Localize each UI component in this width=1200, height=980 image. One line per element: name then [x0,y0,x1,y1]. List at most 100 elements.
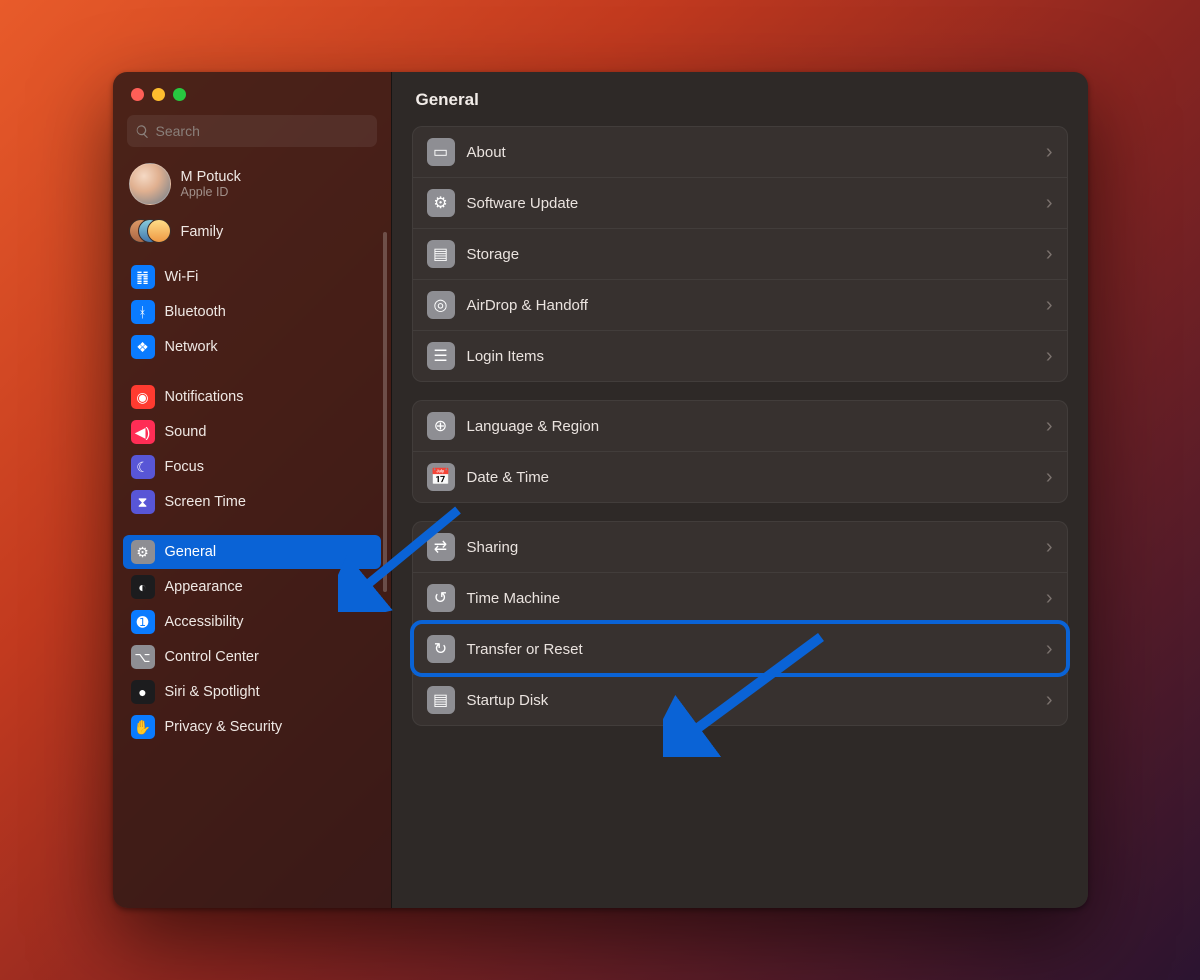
sidebar-item-screen-time[interactable]: ⧗ Screen Time [123,485,381,519]
startupdisk-icon: ▤ [427,686,455,714]
sidebar-item-appearance[interactable]: ◐ Appearance [123,570,381,604]
wifi-icon: ䷇ [131,265,155,289]
airdrop-icon: ◎ [427,291,455,319]
row-label: Language & Region [467,418,1046,435]
sidebar-item-label: Network [165,339,218,355]
row-label: Login Items [467,348,1046,365]
content-pane: General ▭About⚙Software Update▤Storage◎A… [391,72,1088,908]
loginitems-icon: ☰ [427,342,455,370]
row-time-machine[interactable]: ↺ Time Machine [413,572,1067,623]
sidebar-item-sound[interactable]: ◀)Sound [123,415,381,449]
row-about[interactable]: ▭ About [413,127,1067,177]
account-subtitle: Apple ID [181,185,241,199]
apple-id-row[interactable]: M Potuck Apple ID [113,159,391,213]
datetime-icon: 📅 [427,463,455,491]
chevron-right-icon [1046,587,1053,610]
row-label: Date & Time [467,469,1046,486]
settings-window: Search M Potuck Apple ID Family ䷇ Wi-Fi ᚼB… [113,72,1088,908]
row-transfer-or-reset[interactable]: ↻ Transfer or Reset [413,623,1067,674]
zoom-button[interactable] [173,88,186,101]
sharing-icon: ⇄ [427,533,455,561]
appearance-icon: ◐ [131,575,155,599]
sidebar-item-label: Screen Time [165,494,246,510]
siri-icon: ● [131,680,155,704]
close-button[interactable] [131,88,144,101]
row-label: Storage [467,246,1046,263]
row-software-update[interactable]: ⚙ Software Update [413,177,1067,228]
sidebar-item-network[interactable]: ❖Network [123,330,381,364]
chevron-right-icon [1046,192,1053,215]
row-label: About [467,144,1046,161]
minimize-button[interactable] [152,88,165,101]
sidebar-item-privacy-security[interactable]: ✋ Privacy & Security [123,710,381,744]
sidebar-item-siri-spotlight[interactable]: ● Siri & Spotlight [123,675,381,709]
sidebar-item-label: Appearance [165,579,243,595]
row-date-time[interactable]: 📅 Date & Time [413,451,1067,502]
timemachine-icon: ↺ [427,584,455,612]
settings-group-2: ⇄ Sharing ↺ Time Machine ↻ Transfer or Reset ▤… [412,521,1068,726]
row-label: Time Machine [467,590,1046,607]
sidebar-item-label: Sound [165,424,207,440]
scrollbar[interactable] [383,232,387,592]
chevron-right-icon [1046,141,1053,164]
sidebar-item-focus[interactable]: ☾ Focus [123,450,381,484]
row-startup-disk[interactable]: ▤ Startup Disk [413,674,1067,725]
sidebar-item-label: General [165,544,217,560]
row-sharing[interactable]: ⇄ Sharing [413,522,1067,572]
sidebar: Search M Potuck Apple ID Family ䷇ Wi-Fi ᚼB… [113,72,391,908]
sidebar-item-notifications[interactable]: ◉ Notifications [123,380,381,414]
general-icon: ⚙ [131,540,155,564]
notifications-icon: ◉ [131,385,155,409]
chevron-right-icon [1046,689,1053,712]
sidebar-item-accessibility[interactable]: ➊Accessibility [123,605,381,639]
row-airdrop-handoff[interactable]: ◎ AirDrop & Handoff [413,279,1067,330]
privacy-icon: ✋ [131,715,155,739]
chevron-right-icon [1046,294,1053,317]
row-label: Software Update [467,195,1046,212]
softwareupdate-icon: ⚙ [427,189,455,217]
row-label: Startup Disk [467,692,1046,709]
controlcenter-icon: ⌥ [131,645,155,669]
sidebar-item-label: Bluetooth [165,304,226,320]
avatar [129,163,171,205]
family-row[interactable]: Family [113,213,391,259]
sidebar-item-control-center[interactable]: ⌥Control Center [123,640,381,674]
settings-group-0: ▭ About ⚙ Software Update ▤Storage ◎ AirDrop &… [412,126,1068,382]
chevron-right-icon [1046,466,1053,489]
sidebar-item-label: Siri & Spotlight [165,684,260,700]
family-avatars [129,219,171,245]
bluetooth-icon: ᚼ [131,300,155,324]
settings-group-1: ⊕ Language & Region 📅 Date & Time [412,400,1068,503]
row-language-region[interactable]: ⊕ Language & Region [413,401,1067,451]
row-label: AirDrop & Handoff [467,297,1046,314]
chevron-right-icon [1046,243,1053,266]
search-icon [135,124,150,139]
screentime-icon: ⧗ [131,490,155,514]
row-label: Transfer or Reset [467,641,1046,658]
focus-icon: ☾ [131,455,155,479]
transferreset-icon: ↻ [427,635,455,663]
row-storage[interactable]: ▤Storage [413,228,1067,279]
content-body: ▭About⚙Software Update▤Storage◎AirDrop &… [392,122,1088,908]
chevron-right-icon [1046,638,1053,661]
about-icon: ▭ [427,138,455,166]
sidebar-list: ䷇ Wi-Fi ᚼ Bluetooth ❖Network ◉ Notifications ◀)… [113,259,391,900]
chevron-right-icon [1046,345,1053,368]
language-icon: ⊕ [427,412,455,440]
window-controls [113,84,391,115]
account-name: M Potuck [181,169,241,186]
row-login-items[interactable]: ☰ Login Items [413,330,1067,381]
sidebar-item-bluetooth[interactable]: ᚼ Bluetooth [123,295,381,329]
page-title: General [392,72,1088,122]
sidebar-item-label: Focus [165,459,205,475]
sidebar-item-label: Privacy & Security [165,719,283,735]
row-label: Sharing [467,539,1046,556]
search-input[interactable]: Search [127,115,377,147]
search-placeholder: Search [156,123,200,139]
sidebar-item-general[interactable]: ⚙ General [123,535,381,569]
sidebar-item-label: Accessibility [165,614,244,630]
family-label: Family [181,224,224,240]
sidebar-item-label: Wi-Fi [165,269,199,285]
sidebar-item-wi-fi[interactable]: ䷇ Wi-Fi [123,260,381,294]
sidebar-item-label: Notifications [165,389,244,405]
